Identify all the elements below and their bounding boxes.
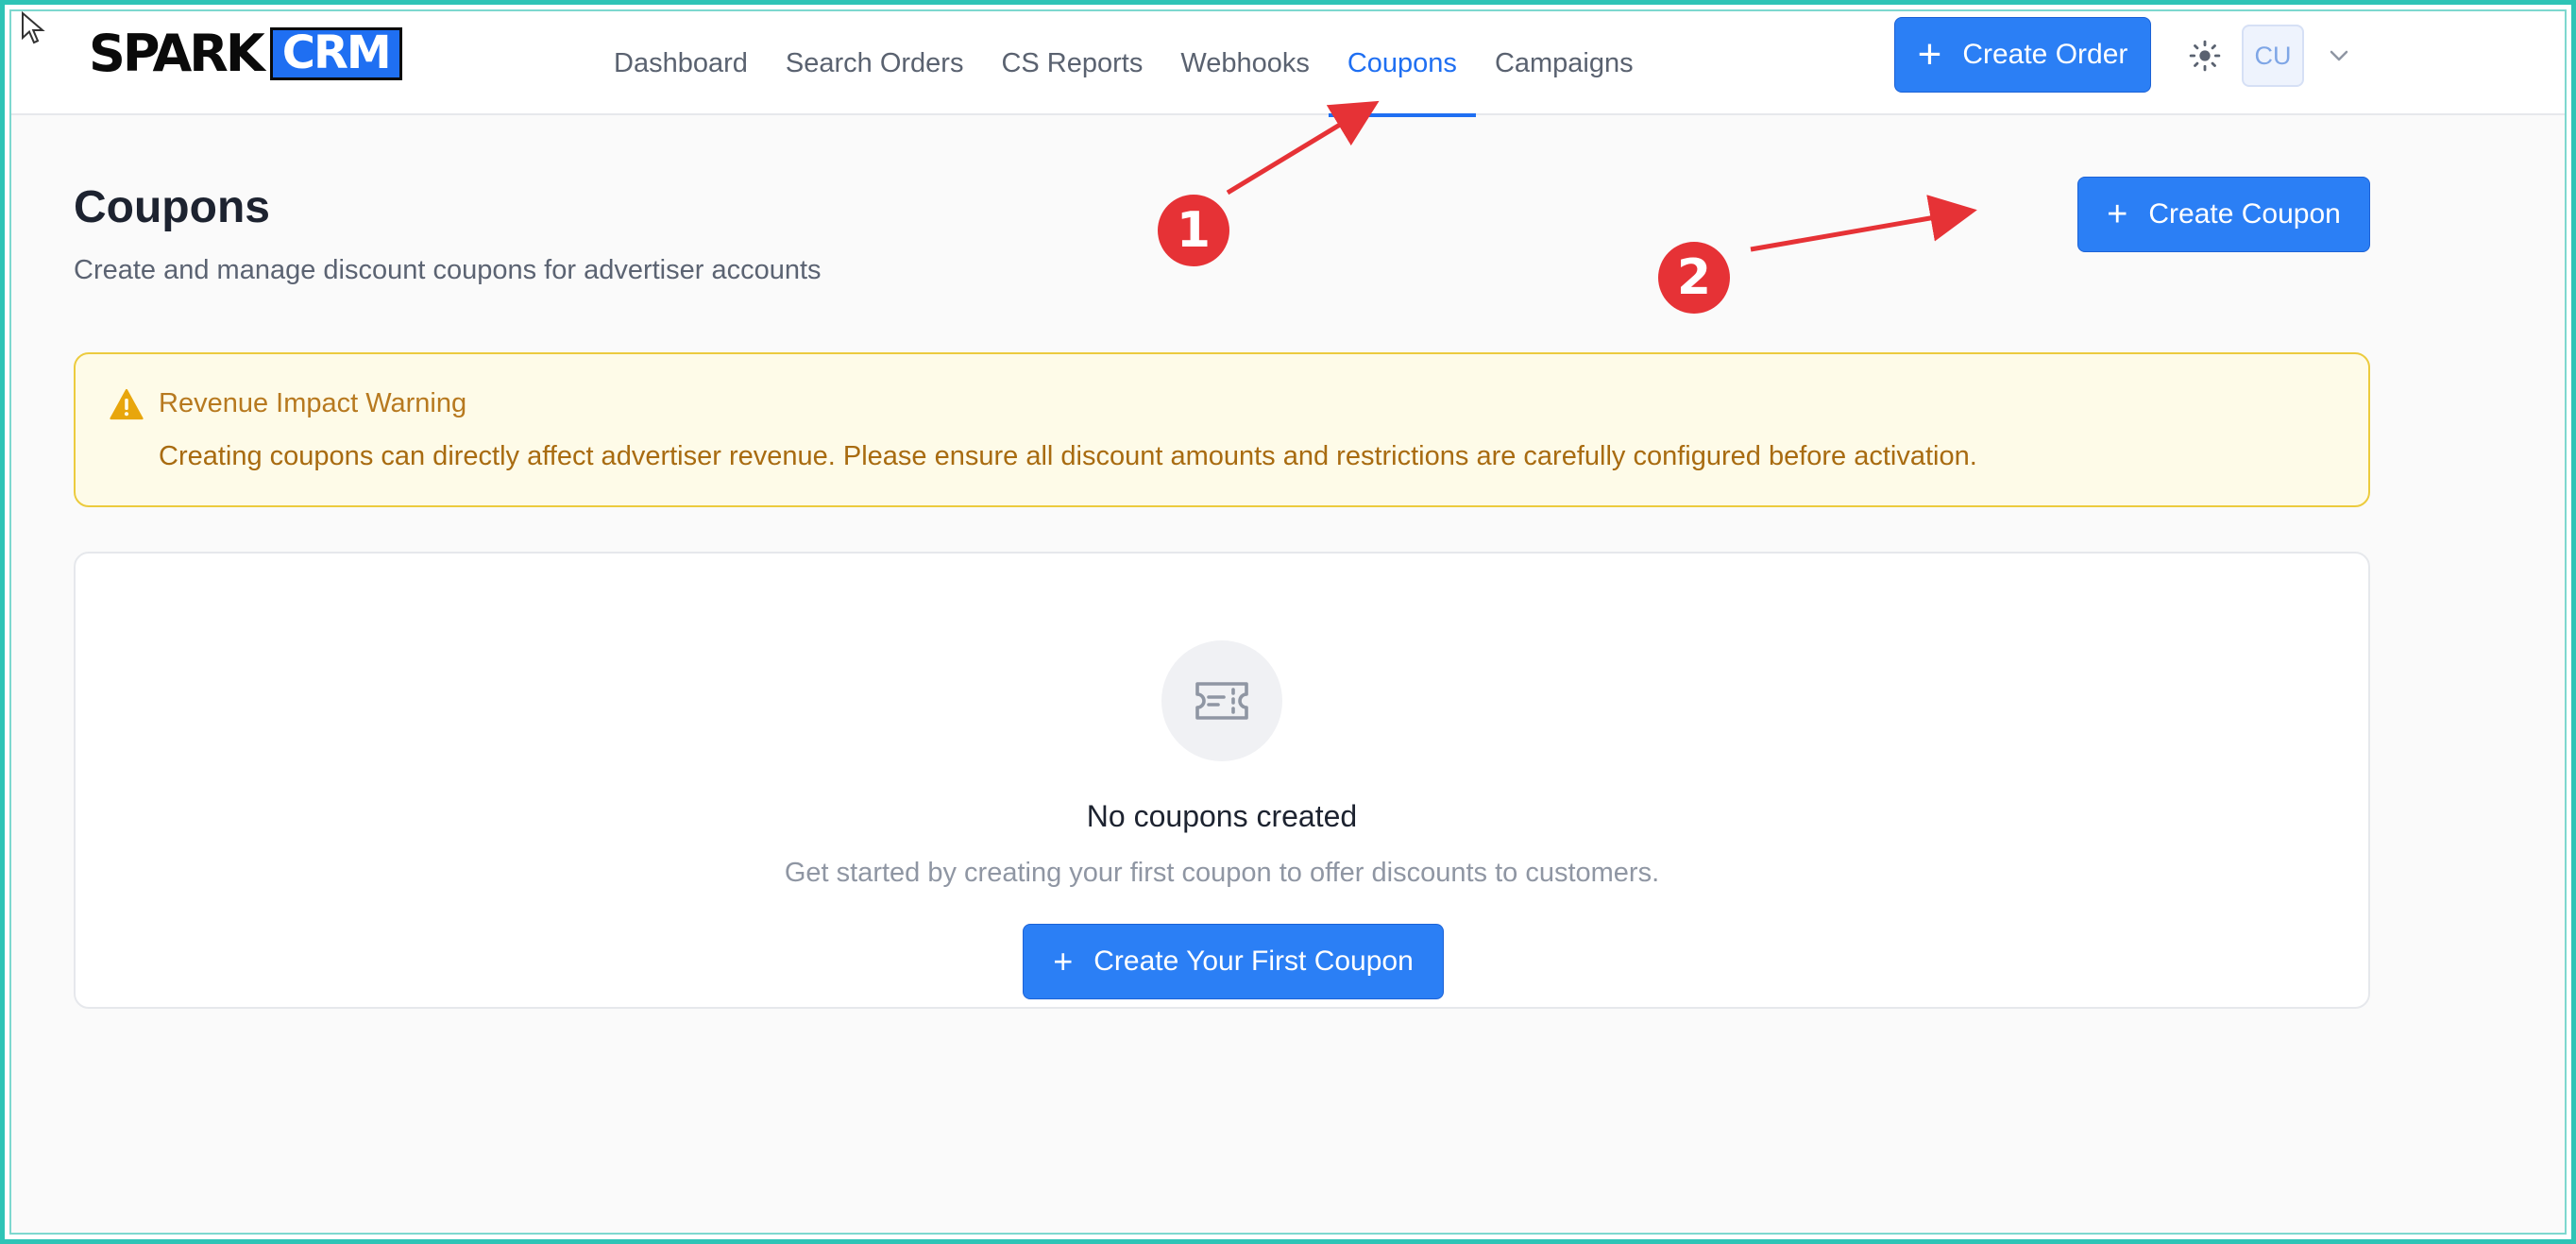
page-subtitle: Create and manage discount coupons for a… (74, 255, 822, 285)
create-order-button[interactable]: + Create Order (1894, 17, 2151, 93)
plus-icon: + (1053, 942, 1074, 980)
sun-icon (2189, 40, 2221, 72)
create-order-label: Create Order (1962, 39, 2128, 70)
user-menu-chevron[interactable] (2325, 42, 2353, 70)
create-coupon-button[interactable]: + Create Coupon (2077, 177, 2370, 252)
nav-coupons[interactable]: Coupons (1328, 11, 1477, 117)
main-nav: Dashboard Search Orders CS Reports Webho… (595, 11, 1652, 117)
nav-cs-reports[interactable]: CS Reports (982, 11, 1161, 115)
plus-icon: + (1917, 31, 1942, 77)
user-avatar[interactable]: CU (2242, 25, 2304, 87)
theme-toggle-button[interactable] (2183, 34, 2227, 77)
empty-state-text: Get started by creating your first coupo… (784, 858, 1660, 888)
warning-title: Revenue Impact Warning (159, 388, 467, 418)
nav-webhooks[interactable]: Webhooks (1161, 11, 1329, 115)
plus-icon: + (2107, 195, 2128, 234)
annotation-arrow-1 (1226, 100, 1380, 196)
nav-dashboard[interactable]: Dashboard (595, 11, 767, 115)
logo-spark-text: SPARK (89, 24, 265, 83)
app-window: SPARK CRM Dashboard Search Orders CS Rep… (11, 11, 2565, 1233)
annotation-badge-2: 2 (1658, 242, 1730, 314)
create-coupon-label: Create Coupon (2148, 198, 2341, 230)
coupons-empty-state: No coupons created Get started by creati… (74, 552, 2370, 1009)
empty-state-icon-wrap (1161, 640, 1282, 761)
chevron-down-icon (2330, 50, 2348, 61)
spark-crm-logo[interactable]: SPARK CRM (89, 24, 402, 83)
page-title: Coupons (74, 182, 270, 232)
warning-text: Creating coupons can directly affect adv… (159, 441, 1977, 471)
empty-state-title: No coupons created (1086, 799, 1358, 833)
annotation-arrow-2 (1750, 195, 1977, 252)
revenue-warning-alert: Revenue Impact Warning Creating coupons … (74, 352, 2370, 507)
warning-triangle-icon (110, 388, 144, 420)
create-first-coupon-button[interactable]: + Create Your First Coupon (1023, 924, 1444, 999)
annotation-badge-1: 1 (1158, 195, 1229, 266)
logo-crm-text: CRM (269, 27, 402, 80)
create-first-coupon-label: Create Your First Coupon (1093, 946, 1414, 977)
mouse-cursor-icon (22, 11, 45, 44)
top-header: SPARK CRM Dashboard Search Orders CS Rep… (11, 11, 2565, 117)
nav-campaigns[interactable]: Campaigns (1476, 11, 1652, 115)
nav-search-orders[interactable]: Search Orders (767, 11, 983, 115)
ticket-icon (1195, 682, 1248, 720)
